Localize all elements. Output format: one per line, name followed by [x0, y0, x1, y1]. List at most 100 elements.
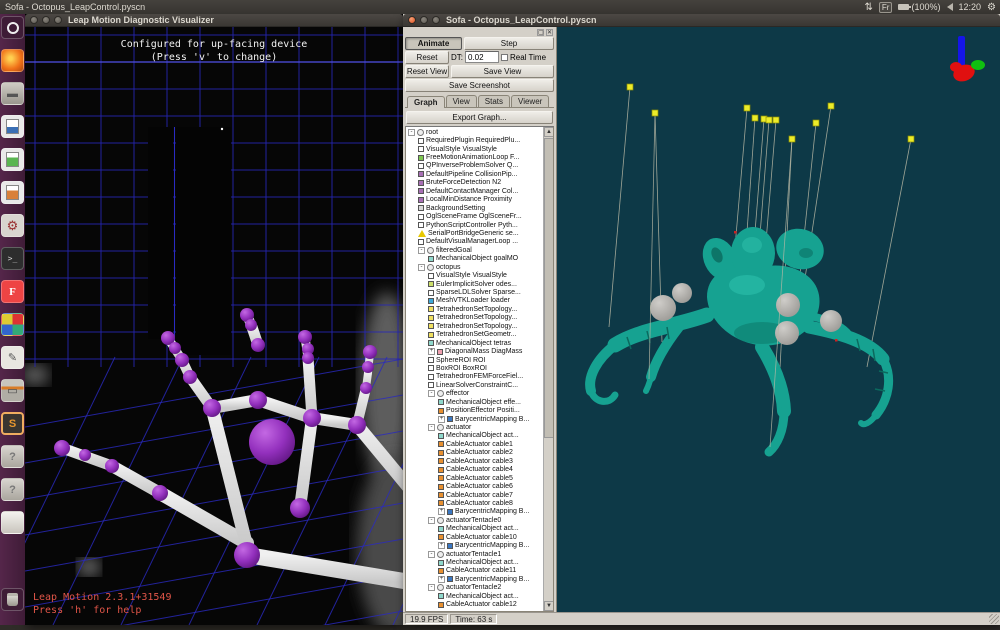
scrollbar-thumb[interactable]	[544, 138, 554, 438]
network-indicator-icon[interactable]: ⇅	[865, 2, 873, 13]
reset-view-button[interactable]: Reset View	[405, 65, 449, 78]
dock-float-icon[interactable]: ▢	[537, 29, 544, 36]
scroll-down-icon[interactable]: ▼	[544, 601, 554, 611]
tree-row[interactable]: MechanicalObject tetras	[408, 339, 543, 347]
expander-icon[interactable]: -	[428, 390, 435, 397]
launcher-item-firefox[interactable]	[1, 49, 24, 72]
close-icon[interactable]	[408, 16, 416, 24]
tree-row[interactable]: PythonScriptController Pyth...	[408, 221, 543, 229]
dock-close-icon[interactable]: ✕	[546, 29, 553, 36]
tree-row[interactable]: TetrahedronSetGeometr...	[408, 331, 543, 339]
tree-row[interactable]: BruteForceDetection N2	[408, 179, 543, 187]
tab-stats[interactable]: Stats	[478, 95, 510, 107]
tree-row[interactable]: -octopus	[408, 263, 543, 271]
launcher-item-archive-cabinet[interactable]: ▭	[1, 379, 24, 402]
launcher-item-unknown-app-2[interactable]: ?	[1, 478, 24, 501]
tree-row[interactable]: CableActuator cable2	[408, 449, 543, 457]
expander-icon[interactable]: +	[438, 576, 445, 583]
tree-row[interactable]: -actuator	[408, 423, 543, 431]
sofa-3d-viewport[interactable]	[557, 27, 1000, 612]
tree-row[interactable]: +BarycentricMapping B...	[408, 575, 543, 583]
tree-row[interactable]: TetrahedronFEMForceFiel...	[408, 373, 543, 381]
tree-row[interactable]: MechanicalObject act...	[408, 432, 543, 440]
tree-row[interactable]: CableActuator cable3	[408, 457, 543, 465]
save-screenshot-button[interactable]: Save Screenshot	[405, 79, 554, 92]
launcher-item-sublime-text[interactable]: S	[1, 412, 24, 435]
reset-scene-button[interactable]: Reset Scene	[405, 51, 449, 64]
launcher-item-trash[interactable]	[1, 588, 24, 611]
tree-row[interactable]: QPInverseProblemSolver Q...	[408, 162, 543, 170]
expander-icon[interactable]: +	[438, 508, 445, 515]
expander-icon[interactable]: +	[438, 542, 445, 549]
tree-row[interactable]: CableActuator cable6	[408, 482, 543, 490]
launcher-item-ubuntu-dash[interactable]	[1, 16, 24, 39]
tree-row[interactable]: BackgroundSetting	[408, 204, 543, 212]
launcher-item-text-editor[interactable]: ✎	[1, 346, 24, 369]
tree-row[interactable]: MechanicalObject goalMO	[408, 255, 543, 263]
tree-row[interactable]: CableActuator cable1	[408, 440, 543, 448]
export-graph-button[interactable]: Export Graph...	[406, 111, 553, 124]
resize-grip[interactable]	[989, 614, 999, 624]
scroll-up-icon[interactable]: ▲	[544, 127, 554, 137]
tree-row[interactable]: CableActuator cable11	[408, 567, 543, 575]
tree-row[interactable]: CableActuator cable8	[408, 499, 543, 507]
launcher-item-libreoffice-calc[interactable]	[1, 148, 24, 171]
tree-row[interactable]: VisualStyle VisualStyle	[408, 145, 543, 153]
expander-icon[interactable]: -	[428, 551, 435, 558]
expander-icon[interactable]: +	[438, 416, 445, 423]
expander-icon[interactable]: -	[408, 129, 415, 136]
minimize-icon[interactable]	[420, 16, 428, 24]
close-icon[interactable]	[30, 16, 38, 24]
real-time-checkbox[interactable]	[501, 54, 508, 61]
tree-row[interactable]: CableActuator cable10	[408, 533, 543, 541]
tree-row[interactable]: PositionEffector Positi...	[408, 406, 543, 414]
tree-row[interactable]: MeshVTKLoader loader	[408, 297, 543, 305]
tree-row[interactable]: CableActuator cable7	[408, 491, 543, 499]
expander-icon[interactable]: +	[428, 348, 435, 355]
dt-input[interactable]	[465, 51, 499, 63]
tab-graph[interactable]: Graph	[407, 96, 445, 108]
sofa-titlebar[interactable]: Sofa - Octopus_LeapControl.pyscn	[403, 14, 1000, 27]
tree-row[interactable]: BoxROI BoxROI	[408, 364, 543, 372]
leap-titlebar[interactable]: Leap Motion Diagnostic Visualizer	[25, 14, 403, 27]
tree-row[interactable]: -actuatorTentacle0	[408, 516, 543, 524]
maximize-icon[interactable]	[54, 16, 62, 24]
tree-row[interactable]: -filteredGoal	[408, 246, 543, 254]
tree-row[interactable]: LinearSolverConstraintC...	[408, 381, 543, 389]
save-view-button[interactable]: Save View	[451, 65, 554, 78]
launcher-item-unknown-app-1[interactable]: ?	[1, 445, 24, 468]
expander-icon[interactable]: -	[428, 584, 435, 591]
tree-row[interactable]: DefaultVisualManagerLoop ...	[408, 238, 543, 246]
expander-icon[interactable]: -	[428, 517, 435, 524]
step-button[interactable]: Step	[464, 37, 554, 50]
battery-icon[interactable]	[898, 4, 909, 10]
tree-row[interactable]: OglSceneFrame OglSceneFr...	[408, 212, 543, 220]
clock[interactable]: 12:20	[959, 2, 982, 12]
launcher-item-disk-drive[interactable]	[1, 511, 24, 534]
tree-row[interactable]: MechanicalObject effe...	[408, 398, 543, 406]
tree-scrollbar[interactable]: ▲ ▼	[543, 127, 553, 611]
tree-row[interactable]: TetrahedronSetTopology...	[408, 314, 543, 322]
tree-row[interactable]: VisualStyle VisualStyle	[408, 271, 543, 279]
launcher-item-freecad[interactable]: F	[1, 280, 24, 303]
tree-row[interactable]: +BarycentricMapping B...	[408, 508, 543, 516]
tree-row[interactable]: LocalMinDistance Proximity	[408, 196, 543, 204]
tree-row[interactable]: -root	[408, 128, 543, 136]
tree-row[interactable]: EulerImplicitSolver odes...	[408, 280, 543, 288]
leap-3d-canvas[interactable]	[25, 27, 403, 625]
expander-icon[interactable]: -	[428, 424, 435, 431]
expander-icon[interactable]: -	[418, 247, 425, 254]
tree-row[interactable]: -actuatorTentacle2	[408, 584, 543, 592]
expander-icon[interactable]: -	[418, 264, 425, 271]
tree-row[interactable]: -actuatorTentacle1	[408, 550, 543, 558]
keyboard-layout-indicator[interactable]: Fr	[879, 2, 893, 13]
launcher-item-terminal[interactable]: >_	[1, 247, 24, 270]
minimize-icon[interactable]	[42, 16, 50, 24]
tree-row[interactable]: TetrahedronSetTopology...	[408, 322, 543, 330]
tree-row[interactable]: FreeMotionAnimationLoop F...	[408, 153, 543, 161]
tree-row[interactable]: DefaultContactManager Col...	[408, 187, 543, 195]
tree-row[interactable]: SphereROI ROI	[408, 356, 543, 364]
launcher-item-file-manager[interactable]: ▬	[1, 82, 24, 105]
session-gear-icon[interactable]: ⚙	[987, 2, 996, 13]
maximize-icon[interactable]	[432, 16, 440, 24]
